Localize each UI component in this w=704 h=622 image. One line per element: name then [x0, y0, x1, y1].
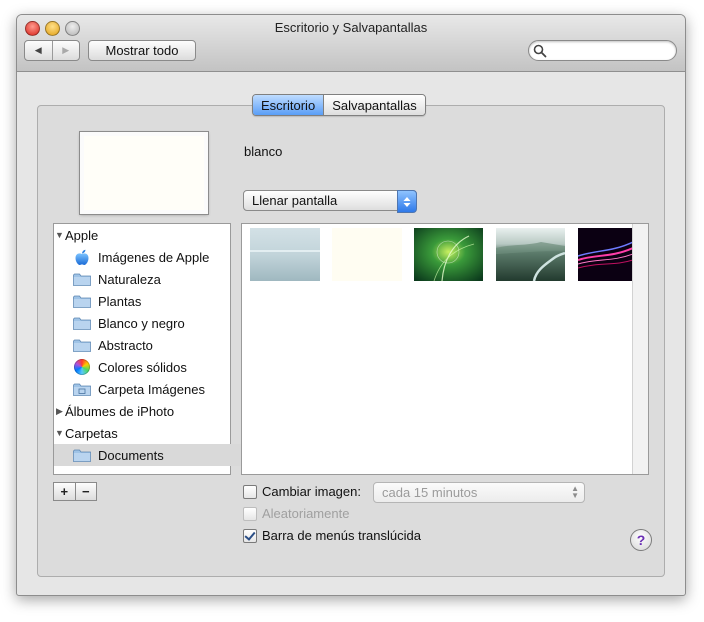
- source-item-naturaleza[interactable]: Naturaleza: [54, 268, 248, 290]
- group-label: Carpetas: [65, 425, 118, 441]
- checkmark-icon[interactable]: [243, 528, 257, 543]
- source-label: Blanco y negro: [98, 315, 185, 331]
- thumbnail-grid: [241, 223, 649, 475]
- checkbox-box[interactable]: [243, 484, 257, 499]
- tab-escritorio[interactable]: Escritorio: [253, 95, 324, 115]
- source-item-abstracto[interactable]: Abstracto: [54, 334, 248, 356]
- remove-folder-button[interactable]: −: [74, 483, 97, 500]
- add-folder-button[interactable]: +: [54, 483, 75, 500]
- source-item-documents[interactable]: Documents: [54, 444, 248, 466]
- disclosure-open-icon[interactable]: ▼: [54, 428, 65, 438]
- thumb-white[interactable]: [332, 228, 402, 281]
- image-name: blanco: [244, 144, 283, 159]
- tab-bar: Escritorio Salvapantallas: [252, 94, 426, 116]
- interval-popup: cada 15 minutos ▲ ▼: [373, 482, 585, 503]
- source-label: Carpeta Imágenes: [98, 381, 205, 397]
- wallpaper-preview: [79, 131, 209, 215]
- change-image-label: Cambiar imagen:: [262, 484, 361, 499]
- source-label: Colores sólidos: [98, 359, 187, 375]
- folder-icon: [72, 293, 92, 309]
- group-carpetas[interactable]: ▼ Carpetas: [54, 422, 230, 444]
- add-remove-control: + −: [53, 482, 97, 501]
- fit-mode-popup[interactable]: Llenar pantalla: [243, 190, 417, 213]
- apple-logo-icon: [72, 249, 92, 265]
- source-label: Naturaleza: [98, 271, 161, 287]
- search-icon: [533, 44, 547, 58]
- titlebar: Escritorio y Salvapantallas ◀ ▶ Mostrar …: [17, 15, 685, 72]
- source-label: Documents: [98, 447, 164, 463]
- source-label: Plantas: [98, 293, 142, 309]
- updown-arrows-icon: [397, 190, 417, 213]
- change-image-checkbox[interactable]: Cambiar imagen:: [243, 484, 361, 499]
- back-arrow-icon[interactable]: ◀: [25, 41, 52, 60]
- color-wheel-icon: [72, 359, 92, 375]
- source-item-colores-solidos[interactable]: Colores sólidos: [54, 356, 248, 378]
- translucent-label: Barra de menús translúcida: [262, 528, 421, 543]
- source-item-plantas[interactable]: Plantas: [54, 290, 248, 312]
- search-input[interactable]: [528, 40, 677, 61]
- window-title: Escritorio y Salvapantallas: [274, 20, 428, 35]
- interval-value: cada 15 minutos: [382, 485, 478, 500]
- thumb-green-aurora[interactable]: [414, 228, 483, 282]
- random-label: Aleatoriamente: [262, 506, 350, 521]
- checkbox-box: [243, 506, 257, 521]
- group-albumes-iphoto[interactable]: ▶ Álbumes de iPhoto: [54, 400, 230, 422]
- folder-icon: [72, 447, 92, 463]
- thumb-purple-lines[interactable]: [577, 228, 634, 281]
- source-item-blanco-y-negro[interactable]: Blanco y negro: [54, 312, 248, 334]
- fit-mode-value: Llenar pantalla: [252, 193, 338, 208]
- source-item-imagenes-de-apple[interactable]: Imágenes de Apple: [54, 246, 248, 268]
- group-apple[interactable]: ▼ Apple: [54, 224, 230, 246]
- folder-icon: [72, 337, 92, 353]
- group-label: Álbumes de iPhoto: [65, 403, 175, 419]
- vertical-scrollbar[interactable]: [632, 224, 648, 474]
- translucent-menubar-checkbox[interactable]: Barra de menús translúcida: [243, 528, 421, 543]
- help-button[interactable]: ?: [630, 529, 652, 551]
- updown-arrows-icon: ▲ ▼: [571, 484, 579, 500]
- source-item-carpeta-imagenes[interactable]: Carpeta Imágenes: [54, 378, 248, 400]
- show-all-button[interactable]: Mostrar todo: [88, 40, 196, 61]
- random-checkbox: Aleatoriamente: [243, 506, 349, 521]
- preferences-window: Escritorio y Salvapantallas ◀ ▶ Mostrar …: [16, 14, 686, 596]
- source-label: Imágenes de Apple: [98, 249, 210, 265]
- back-forward-control: ◀ ▶: [24, 40, 80, 61]
- disclosure-open-icon[interactable]: ▼: [54, 230, 65, 240]
- forward-arrow-icon[interactable]: ▶: [51, 41, 80, 60]
- source-label: Abstracto: [98, 337, 153, 353]
- tab-salvapantallas[interactable]: Salvapantallas: [323, 95, 425, 115]
- thumb-pale-sea[interactable]: [250, 228, 320, 281]
- disclosure-closed-icon[interactable]: ▶: [54, 406, 65, 417]
- source-list: ▼ Apple Imágenes de Apple Naturaleza Pla…: [53, 223, 248, 475]
- group-label: Apple: [65, 227, 99, 243]
- pictures-folder-icon: [72, 381, 92, 397]
- thumb-green-valley[interactable]: [496, 228, 566, 282]
- folder-icon: [72, 271, 92, 287]
- folder-icon: [72, 315, 92, 331]
